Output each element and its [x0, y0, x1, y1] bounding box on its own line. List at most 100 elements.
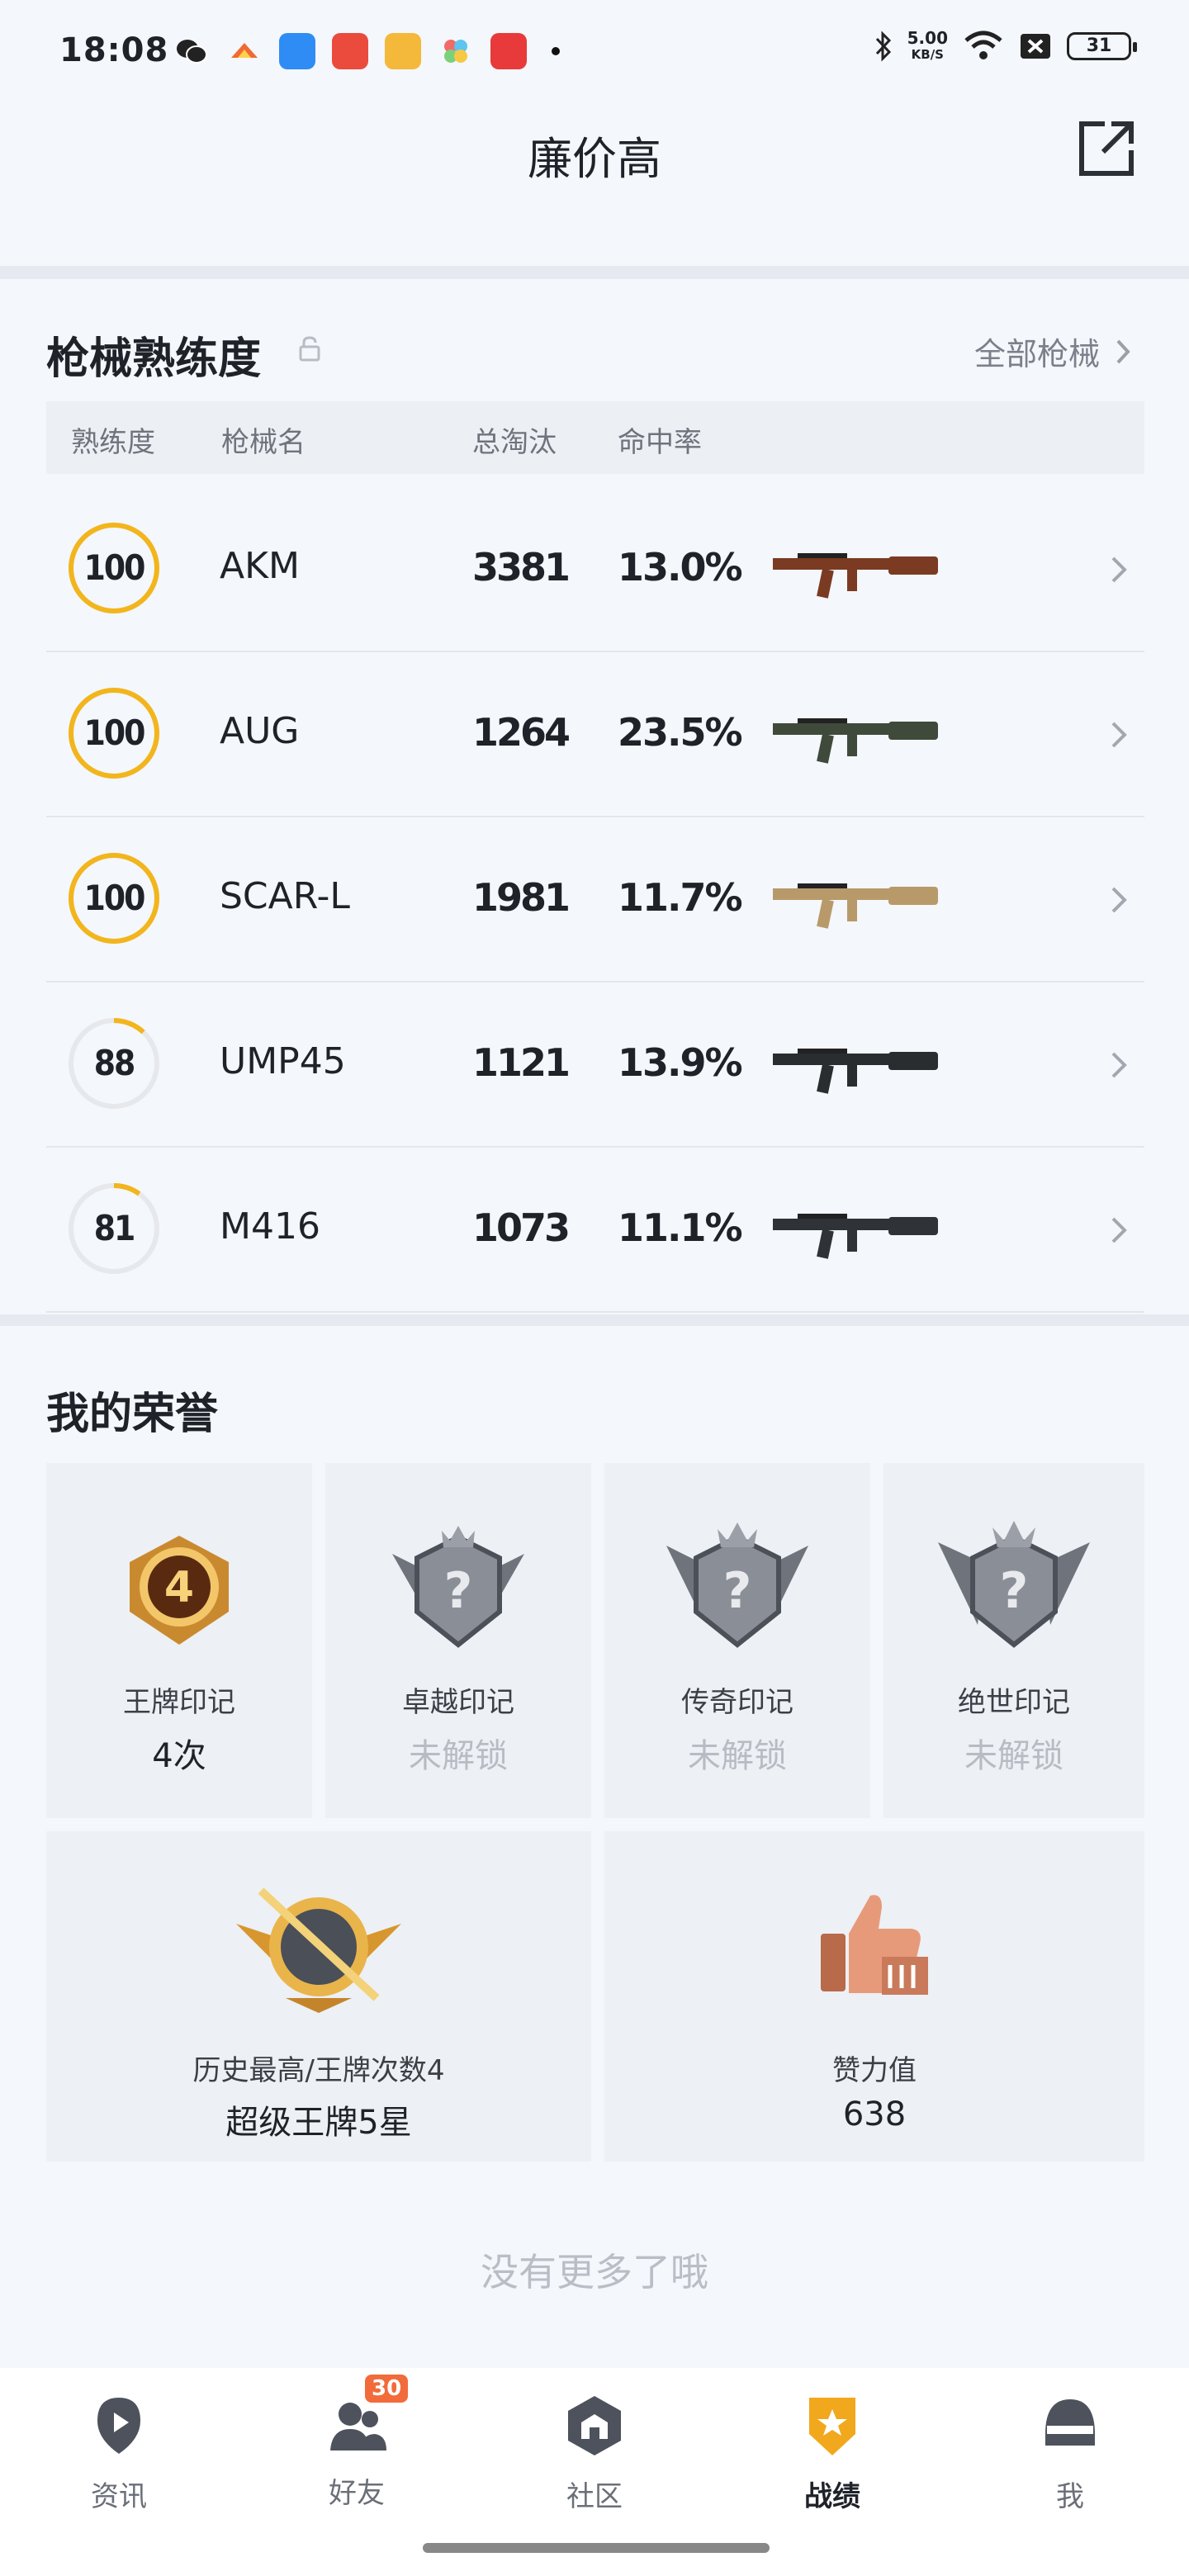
chevron-right-icon	[1111, 1052, 1127, 1078]
weapons-section-title: 枪械熟练度	[46, 334, 262, 384]
ace-mark-badge-icon: 4	[130, 1536, 229, 1645]
news-icon	[97, 2398, 140, 2454]
sim-off-icon	[1021, 34, 1050, 59]
chevron-right-icon	[1111, 887, 1127, 913]
aug-rifle-icon	[773, 718, 938, 764]
weapon-kills: 1121	[472, 1040, 571, 1085]
honor-label: 历史最高/王牌次数4	[192, 2054, 445, 2087]
page-title: 廉价高	[528, 133, 661, 185]
more-notifications-dot	[552, 47, 560, 55]
weapon-accuracy: 13.0%	[618, 545, 743, 590]
nav-item-news[interactable]: 资讯	[36, 2393, 201, 2514]
mastery-value: 100	[83, 547, 146, 588]
music-app-icon	[490, 33, 527, 69]
honor-label: 赞力值	[832, 2054, 917, 2087]
weapon-accuracy: 11.1%	[618, 1205, 743, 1250]
friends-icon: 30	[324, 2375, 409, 2459]
weapon-row[interactable]: 88 UMP45 1121 13.9%	[46, 983, 1144, 1148]
honor-card-highest-tier[interactable]: 历史最高/王牌次数4 超级王牌5星	[46, 1831, 591, 2162]
weapon-kills: 1264	[472, 710, 571, 755]
status-bar: 18:08 5.00 KB/S 31	[0, 0, 1189, 99]
honor-card-peerless[interactable]: ? 绝世印记 未解锁	[883, 1463, 1144, 1818]
scar-l-rifle-icon	[773, 883, 938, 929]
nav-item-record[interactable]: 战绩	[750, 2393, 915, 2514]
bluetooth-icon	[875, 31, 891, 62]
chevron-right-icon	[1111, 722, 1127, 748]
weapon-row[interactable]: 100 AUG 1264 23.5%	[46, 652, 1144, 817]
net-speed: 5.00 KB/S	[907, 28, 948, 62]
honor-card-excellent[interactable]: ? 卓越印记 未解锁	[325, 1463, 591, 1818]
nav-item-community[interactable]: 社区	[512, 2393, 677, 2514]
svg-text:4: 4	[164, 1563, 194, 1612]
record-icon	[809, 2398, 855, 2455]
honors-section-title: 我的荣誉	[46, 1390, 219, 1439]
profile-helmet-icon	[1045, 2399, 1095, 2446]
app-orange-icon	[231, 43, 258, 58]
honor-card-legend[interactable]: ? 传奇印记 未解锁	[604, 1463, 870, 1818]
honor-label: 王牌印记	[123, 1686, 235, 1719]
akm-rifle-icon	[773, 553, 938, 599]
battery-indicator: 31	[1067, 32, 1137, 60]
all-weapons-link[interactable]: 全部枪械	[974, 329, 1131, 374]
weapon-name: UMP45	[220, 1040, 346, 1082]
col-weapon-name: 枪械名	[221, 426, 306, 459]
community-icon	[568, 2396, 621, 2455]
honor-value: 未解锁	[964, 1737, 1063, 1775]
honor-label: 传奇印记	[681, 1686, 793, 1719]
weapon-row[interactable]: 100 AKM 3381 13.0%	[46, 487, 1144, 652]
mastery-value: 100	[83, 878, 146, 918]
app-blue-icon	[279, 33, 315, 69]
book-app-icon	[385, 33, 421, 69]
svg-text:?: ?	[723, 1562, 752, 1620]
external-share-icon[interactable]	[1075, 117, 1138, 180]
weapon-name: AKM	[220, 545, 300, 587]
honor-label: 卓越印记	[402, 1686, 514, 1719]
friends-count-badge: 30	[365, 2375, 409, 2403]
section-divider	[0, 266, 1189, 279]
col-accuracy: 命中率	[618, 426, 702, 459]
locked-badge-icon: ?	[392, 1526, 524, 1648]
weapons-table-header: 熟练度 枪械名 总淘汰 命中率	[46, 401, 1144, 474]
weapon-kills: 3381	[472, 545, 571, 590]
status-time: 18:08	[59, 31, 169, 69]
weapon-name: M416	[220, 1205, 320, 1248]
honor-card-ace[interactable]: 4 王牌印记 4次	[46, 1463, 312, 1818]
weapon-accuracy: 11.7%	[618, 875, 743, 920]
weapon-kills: 1073	[472, 1205, 571, 1250]
mastery-value: 100	[83, 713, 146, 753]
ump45-smg-icon	[773, 1049, 938, 1094]
honor-value: 4次	[152, 1737, 206, 1775]
nav-item-friends[interactable]: 30 好友	[274, 2375, 439, 2511]
weapon-row[interactable]: 100 SCAR-L 1981 11.7%	[46, 817, 1144, 983]
honor-card-likes[interactable]: 赞力值 638	[604, 1831, 1144, 2162]
end-of-list-note: 没有更多了哦	[481, 2250, 708, 2294]
weapon-kills: 1981	[472, 875, 571, 920]
system-icons: 5.00 KB/S 31	[874, 28, 1137, 63]
wechat-icon	[177, 40, 207, 64]
honor-value: 未解锁	[409, 1737, 508, 1775]
chevron-right-icon	[1111, 556, 1127, 583]
locked-badge-icon: ?	[938, 1521, 1090, 1648]
wifi-icon	[964, 31, 1002, 59]
honor-label: 绝世印记	[958, 1686, 1070, 1719]
svg-text:?: ?	[1000, 1562, 1029, 1620]
col-total-kills: 总淘汰	[472, 426, 557, 459]
honor-value: 未解锁	[688, 1737, 787, 1775]
locked-badge-icon: ?	[666, 1522, 808, 1648]
home-indicator[interactable]	[423, 2543, 770, 2553]
flower-app-icon	[444, 40, 467, 63]
weapon-accuracy: 23.5%	[618, 710, 743, 755]
mastery-value: 88	[93, 1043, 136, 1083]
honor-value: 638	[842, 2095, 907, 2133]
thumbs-up-icon	[821, 1895, 928, 1995]
notification-icons	[173, 33, 560, 69]
lock-icon	[299, 336, 320, 362]
mastery-value: 81	[93, 1208, 136, 1248]
nav-item-me[interactable]: 我	[988, 2393, 1153, 2514]
video-app-icon	[332, 33, 368, 69]
weapon-row[interactable]: 81 M416 1073 11.1%	[46, 1148, 1144, 1313]
chevron-right-icon	[1111, 1217, 1127, 1243]
m416-rifle-icon	[773, 1214, 938, 1259]
chevron-right-icon	[1116, 339, 1130, 363]
weapon-name: SCAR-L	[220, 875, 350, 917]
